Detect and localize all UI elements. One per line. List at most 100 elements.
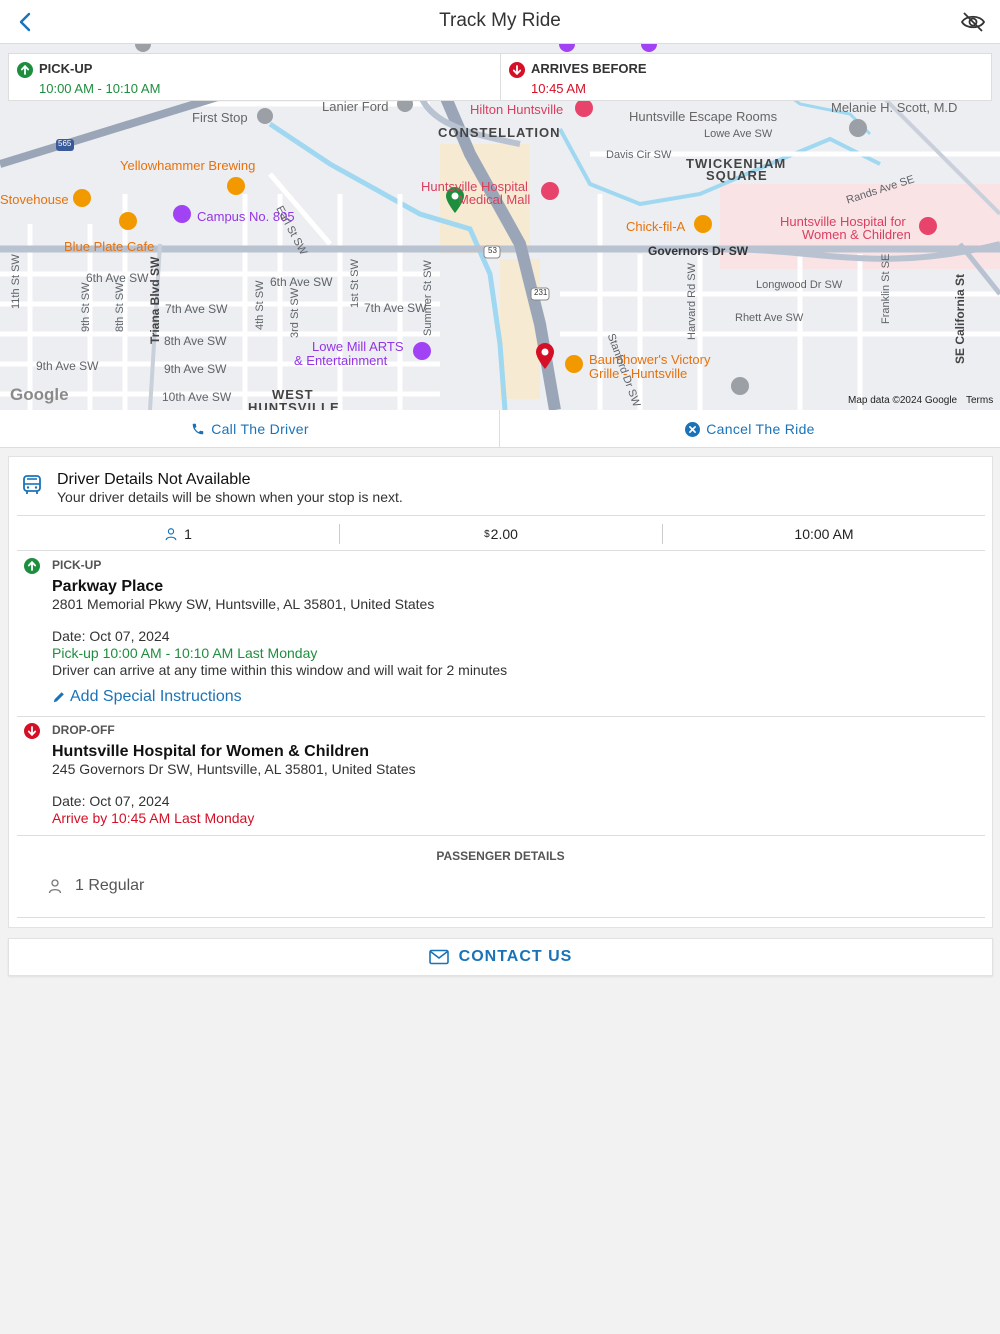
map-label: 3rd St SW	[289, 287, 301, 338]
map-label: Medical Mall	[458, 192, 531, 207]
map-label: Women & Children	[802, 227, 911, 242]
map-label: 8th Ave SW	[164, 334, 227, 348]
map-label: 9th Ave SW	[36, 359, 99, 373]
dropoff-place-name: Huntsville Hospital for Women & Children	[52, 743, 370, 760]
pickup-date: Date: Oct 07, 2024	[52, 628, 170, 644]
map-label: Davis Cir SW	[606, 149, 672, 161]
app-header: Track My Ride	[0, 0, 1000, 44]
time-stat: 10:00 AM	[663, 516, 985, 552]
map-label: Rhett Ave SW	[735, 312, 804, 324]
map-label: 7th Ave SW	[364, 301, 427, 315]
dropoff-address: 245 Governors Dr SW, Huntsville, AL 3580…	[52, 761, 416, 777]
passenger-details-title: PASSENGER DETAILS	[436, 849, 565, 863]
map-label: Chick-fil-A	[626, 219, 686, 234]
person-icon	[48, 879, 62, 894]
map-label: 1st St SW	[349, 259, 361, 308]
map-label: Huntsville Escape Rooms	[629, 109, 778, 124]
contact-us-button[interactable]: CONTACT US	[8, 938, 993, 976]
map-label: Lowe Ave SW	[704, 128, 773, 140]
map-terms-link[interactable]: Terms	[966, 395, 993, 406]
map-label: 4th St SW	[254, 280, 266, 330]
route-565-label: 565	[58, 139, 72, 148]
passenger-type: 1 Regular	[75, 877, 145, 894]
section-divider	[17, 716, 985, 717]
map-label: Summer St SW	[422, 260, 434, 336]
map-label: SE California St	[953, 273, 967, 364]
route-53-label: 53	[488, 246, 497, 255]
map-label: Longwood Dr SW	[756, 279, 843, 291]
map-label: Lowe Mill ARTS	[312, 339, 404, 354]
passenger-count-stat: 1	[17, 516, 339, 552]
section-divider	[17, 917, 985, 918]
pickup-address: 2801 Memorial Pkwy SW, Huntsville, AL 35…	[52, 596, 435, 612]
pickup-window: 10:00 AM - 10:10 AM	[39, 81, 161, 96]
pickup-place-name: Parkway Place	[52, 578, 164, 595]
map-label: Harvard Rd SW	[686, 262, 698, 340]
dropoff-section-label: DROP-OFF	[52, 723, 115, 737]
fare-amount: 2.00	[490, 526, 518, 542]
driver-status-title: Driver Details Not Available	[57, 471, 251, 488]
dropoff-date: Date: Oct 07, 2024	[52, 793, 170, 809]
map-label: Hilton Huntsville	[470, 102, 564, 117]
eye-off-icon[interactable]	[960, 10, 986, 34]
cancel-ride-button[interactable]: Cancel The Ride	[500, 410, 1000, 448]
map-label: Triana Blvd SW	[148, 256, 162, 344]
map-label: Stovehouse	[0, 192, 69, 207]
pickup-section-label: PICK-UP	[52, 558, 102, 572]
pickup-arrow-icon	[24, 558, 40, 574]
map-label: 10th Ave SW	[162, 390, 232, 404]
phone-icon	[192, 423, 204, 435]
add-special-instructions-label: Add Special Instructions	[70, 688, 242, 705]
cancel-ride-label: Cancel The Ride	[706, 421, 815, 437]
pickup-time-card: PICK-UP 10:00 AM - 10:10 AM	[8, 53, 501, 101]
map-label: Yellowhammer Brewing	[120, 158, 256, 173]
fare-currency: $	[484, 528, 490, 540]
add-special-instructions-link[interactable]: Add Special Instructions	[52, 688, 242, 706]
map-label: & Entertainment	[294, 353, 388, 368]
close-circle-icon	[685, 421, 701, 437]
ride-time: 10:00 AM	[794, 526, 854, 542]
driver-status-subtitle: Your driver details will be shown when y…	[57, 489, 403, 505]
map-label: Governors Dr SW	[648, 244, 749, 258]
map-label: First Stop	[192, 110, 248, 125]
pickup-window-text: Pick-up 10:00 AM - 10:10 AM Last Monday	[52, 645, 318, 661]
map-label: Lanier Ford	[322, 99, 389, 114]
bus-icon	[23, 475, 41, 494]
ride-actions: Call The Driver Cancel The Ride	[0, 410, 1000, 448]
map-label: 8th St SW	[114, 282, 126, 332]
ride-details-card: Driver Details Not Available Your driver…	[8, 456, 993, 928]
dropoff-pin-icon[interactable]	[536, 343, 554, 369]
contact-us-label: CONTACT US	[458, 948, 573, 965]
map-label: CONSTELLATION	[438, 125, 561, 140]
arrive-label: ARRIVES BEFORE	[531, 61, 647, 76]
map-label: HUNTSVILLE	[248, 400, 340, 410]
dropoff-arrow-icon	[24, 723, 40, 739]
page-title: Track My Ride	[439, 10, 561, 31]
map-label: 7th Ave SW	[165, 302, 228, 316]
person-icon	[165, 528, 177, 541]
map-label: 9th St SW	[80, 282, 92, 332]
pickup-wait-note: Driver can arrive at any time within thi…	[52, 662, 508, 678]
call-driver-button[interactable]: Call The Driver	[0, 410, 500, 448]
dropoff-arrive-text: Arrive by 10:45 AM Last Monday	[52, 810, 255, 826]
map-label: Franklin St SE	[880, 253, 892, 324]
call-driver-label: Call The Driver	[211, 421, 309, 437]
google-logo: Google	[10, 385, 69, 404]
arrival-time-card: ARRIVES BEFORE 10:45 AM	[500, 53, 992, 101]
pencil-icon	[53, 692, 64, 703]
map-label: 6th Ave SW	[270, 275, 333, 289]
map-label: 9th Ave SW	[164, 362, 227, 376]
passenger-item: 1 Regular	[47, 877, 144, 895]
passenger-count: 1	[184, 526, 192, 542]
pickup-label: PICK-UP	[39, 61, 93, 76]
map-label: Baumhower's Victory	[589, 352, 711, 367]
map-label: SQUARE	[706, 168, 768, 183]
arrive-time: 10:45 AM	[531, 81, 586, 96]
pickup-arrow-icon	[17, 62, 33, 78]
map-label: Melanie H. Scott, M.D	[831, 100, 958, 115]
map-label: Grille - Huntsville	[589, 366, 688, 381]
dropoff-arrow-icon	[509, 62, 525, 78]
route-231-label: 231	[534, 288, 548, 297]
section-divider	[17, 835, 985, 836]
fare-stat: $ 2.00	[340, 516, 662, 552]
